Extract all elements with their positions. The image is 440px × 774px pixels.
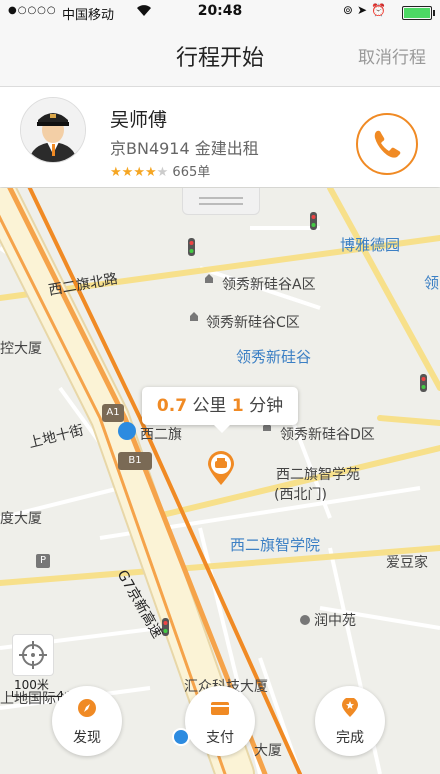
- call-driver-button[interactable]: [356, 113, 418, 175]
- user-location-dot: [172, 728, 190, 746]
- rating-star-icon: ★: [110, 165, 122, 180]
- taxi-pin-icon: [208, 451, 234, 485]
- map-label-xierqi-zhixue-yuan-gate: (西北门): [274, 487, 327, 503]
- map-label-da-xia: 大厦: [254, 743, 282, 759]
- map-label-xierqi-zhixue-yuan: 西二旗智学苑: [276, 467, 360, 483]
- system-icons: ⊚➤⏰: [343, 3, 390, 17]
- rating-star-icon: ★: [144, 165, 157, 180]
- location-pin-icon: [342, 698, 358, 717]
- rotation-lock-icon: ⊚: [342, 3, 357, 17]
- nav-bar: 行程开始 取消行程: [0, 24, 440, 87]
- subway-station-icon: [118, 422, 136, 440]
- card-icon: [211, 702, 229, 715]
- map-label-ling-partial: 领: [424, 274, 440, 292]
- map-label-lingxiu-d: 领秀新硅谷D区: [280, 427, 375, 443]
- discover-label: 发现: [73, 730, 101, 746]
- map-view[interactable]: 西二旗北路 博雅德园 领秀新硅谷A区 领 领秀新硅谷C区 领秀新硅谷 控大厦 领…: [0, 188, 440, 774]
- distance-unit: 公里: [192, 396, 227, 416]
- rating-star-icon: ★: [133, 165, 145, 180]
- driver-avatar-icon: [21, 98, 85, 162]
- pay-button[interactable]: 支付: [185, 686, 255, 756]
- map-scale-bar: [12, 691, 62, 697]
- map-label-lingxiu: 领秀新硅谷: [236, 348, 312, 366]
- map-label-lingxiu-c: 领秀新硅谷C区: [206, 315, 300, 331]
- crosshair-icon: [19, 641, 47, 669]
- location-arrow-icon: ➤: [356, 3, 372, 17]
- map-label-runzhong-yuan: 润中苑: [314, 613, 356, 629]
- battery-icon: [402, 6, 435, 20]
- time-unit: 分钟: [249, 396, 284, 416]
- rating-star-icon: ★: [121, 165, 134, 180]
- map-label-kong-dasha: 控大厦: [0, 341, 42, 357]
- rating-star-icon: ★: [156, 165, 169, 180]
- eta-bubble: 0.7 公里 1 分钟: [142, 387, 298, 433]
- time-value: 1: [231, 396, 244, 416]
- distance-value: 0.7: [156, 396, 188, 416]
- finish-label: 完成: [336, 730, 364, 746]
- driver-card: 吴师傅 京BN4914 金建出租 ★★★★★ 665单: [0, 87, 440, 187]
- rating-stars: ★★★★★: [110, 165, 168, 180]
- locate-me-button[interactable]: [12, 634, 54, 676]
- map-label-xierqi-station: 西二旗: [140, 427, 182, 443]
- map-label-boya-deyuan: 博雅德园: [340, 236, 401, 254]
- map-label-aidou-home: 爱豆家: [386, 555, 428, 571]
- finish-button[interactable]: 完成: [315, 686, 385, 756]
- drawer-handle[interactable]: [182, 188, 260, 215]
- compass-icon: [78, 699, 96, 717]
- alarm-icon: ⏰: [371, 3, 390, 17]
- map-label-xierqi-zhixueyuan: 西二旗智学院: [230, 536, 321, 554]
- exit-a1-badge: A1: [102, 404, 124, 422]
- discover-button[interactable]: 发现: [52, 686, 122, 756]
- parking-icon: P: [36, 554, 50, 568]
- car-info: 京BN4914 金建出租: [110, 139, 259, 158]
- driver-rating: ★★★★★ 665单: [110, 161, 210, 180]
- exit-b1-badge: B1: [118, 452, 152, 470]
- map-label-lingxiu-a: 领秀新硅谷A区: [222, 277, 316, 293]
- phone-icon: [374, 130, 401, 158]
- order-count: 665单: [172, 165, 211, 180]
- taxi-location-marker: [206, 450, 236, 486]
- map-label-du-dasha: 度大厦: [0, 511, 42, 527]
- driver-name: 吴师傅: [110, 109, 168, 131]
- driver-avatar: [20, 97, 86, 163]
- status-bar: ●○○○○ 中国移动 20:48 ⊚➤⏰: [0, 0, 440, 24]
- pay-label: 支付: [206, 730, 234, 746]
- cancel-trip-button[interactable]: 取消行程: [358, 43, 426, 68]
